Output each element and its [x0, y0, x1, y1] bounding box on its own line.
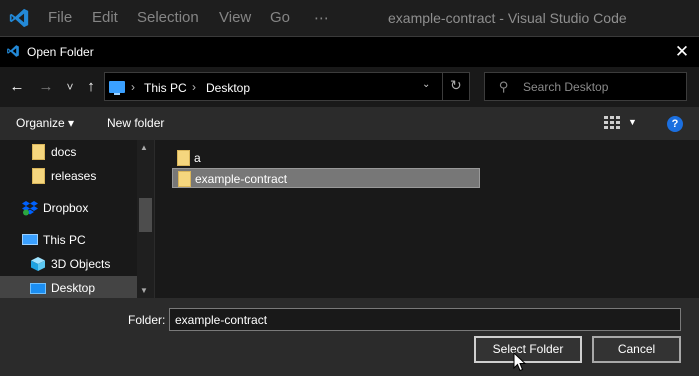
scroll-down-icon[interactable]: ▼	[140, 286, 148, 295]
file-name: example-contract	[195, 172, 288, 186]
back-arrow-icon[interactable]: ←	[7, 77, 27, 97]
close-icon[interactable]: ✕	[670, 41, 694, 63]
navigation-bar: ← → ˅ ↑ › This PC › Desktop ⌄ ↻ ⚲	[0, 67, 699, 107]
vscode-logo-icon	[9, 8, 29, 28]
menu-go[interactable]: Go	[270, 9, 290, 26]
scrollbar-thumb[interactable]	[139, 198, 152, 232]
dialog-title: Open Folder	[27, 45, 94, 59]
sidebar-item-label: Dropbox	[43, 201, 89, 215]
view-grid-icon[interactable]	[604, 116, 620, 130]
3d-objects-icon	[31, 257, 45, 271]
refresh-icon[interactable]: ↻	[450, 77, 462, 94]
scroll-up-icon[interactable]: ▲	[140, 143, 148, 152]
list-item-selected[interactable]: example-contract	[172, 168, 480, 188]
search-box: ⚲	[484, 72, 687, 101]
vscode-title-bar: File Edit Selection View Go ⋯ example-co…	[0, 0, 699, 36]
dialog-title-bar: Open Folder ✕	[0, 37, 699, 67]
forward-arrow-icon[interactable]: →	[36, 77, 56, 97]
folder-name-input[interactable]	[169, 308, 681, 331]
sidebar-item-label: docs	[51, 145, 77, 159]
desktop-icon	[30, 283, 46, 294]
chevron-right-icon[interactable]: ›	[131, 80, 135, 94]
sidebar-item-dropbox[interactable]: Dropbox	[0, 196, 138, 220]
folder-icon	[32, 168, 45, 184]
dropbox-icon	[22, 201, 38, 216]
menu-view[interactable]: View	[219, 9, 251, 26]
command-toolbar: Organize ▾ New folder ▼ ?	[0, 108, 699, 140]
sidebar-item-this-pc[interactable]: This PC	[0, 228, 138, 252]
address-bar[interactable]: › This PC › Desktop ⌄ ↻	[104, 72, 470, 101]
folder-icon	[178, 171, 191, 187]
folder-icon	[32, 144, 45, 160]
organize-button[interactable]: Organize ▾	[16, 116, 74, 130]
mouse-cursor-icon	[513, 352, 527, 372]
vscode-logo-icon	[7, 45, 19, 57]
sidebar-item-docs[interactable]: docs	[0, 140, 138, 164]
menu-selection[interactable]: Selection	[137, 9, 199, 26]
cancel-button[interactable]: Cancel	[592, 336, 681, 363]
pc-icon	[22, 234, 38, 245]
list-item[interactable]: a	[172, 148, 292, 168]
breadcrumb-this-pc[interactable]: This PC	[144, 81, 187, 95]
menu-edit[interactable]: Edit	[92, 9, 118, 26]
sidebar-item-desktop[interactable]: Desktop	[0, 276, 138, 298]
window-title: example-contract - Visual Studio Code	[388, 10, 627, 26]
up-arrow-icon[interactable]: ↑	[81, 77, 101, 97]
file-name: a	[194, 151, 201, 165]
folder-label: Folder:	[128, 313, 166, 327]
file-list: a example-contract	[155, 140, 699, 298]
menu-file[interactable]: File	[48, 9, 72, 26]
help-icon[interactable]: ?	[667, 116, 683, 132]
search-icon: ⚲	[499, 79, 509, 94]
navigation-pane: docs releases Dropbox This PC 3D Objects	[0, 140, 154, 298]
chevron-right-icon[interactable]: ›	[192, 80, 196, 94]
sidebar-item-releases[interactable]: releases	[0, 164, 138, 188]
sidebar-item-label: Desktop	[51, 281, 96, 295]
breadcrumb-desktop[interactable]: Desktop	[206, 81, 250, 95]
sidebar-item-label: 3D Objects	[51, 257, 111, 271]
dialog-footer: Folder: Select Folder Cancel	[0, 298, 699, 376]
sidebar-item-3d-objects[interactable]: 3D Objects	[0, 252, 138, 276]
open-folder-dialog: Open Folder ✕ ← → ˅ ↑ › This PC › Deskto…	[0, 36, 699, 376]
new-folder-button[interactable]: New folder	[107, 116, 164, 130]
recent-locations-chevron-icon[interactable]: ˅	[60, 77, 80, 97]
menu-more[interactable]: ⋯	[314, 9, 329, 27]
pc-icon	[109, 81, 125, 95]
view-dropdown-icon[interactable]: ▼	[628, 117, 637, 127]
divider	[442, 73, 443, 100]
address-dropdown-icon[interactable]: ⌄	[422, 79, 430, 90]
select-folder-button[interactable]: Select Folder	[474, 336, 582, 363]
sidebar-item-label: releases	[51, 169, 97, 183]
sidebar-item-label: This PC	[43, 233, 86, 247]
folder-icon	[177, 150, 190, 166]
search-input[interactable]	[523, 73, 683, 100]
